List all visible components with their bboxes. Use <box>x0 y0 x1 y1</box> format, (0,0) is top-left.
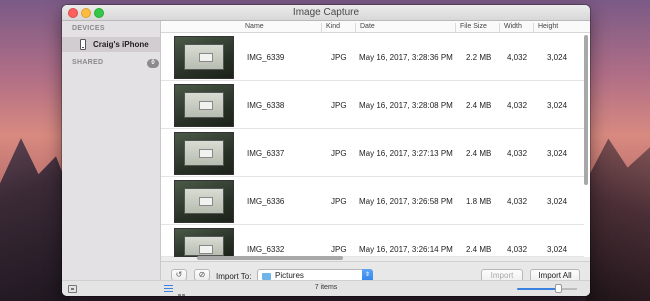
row-size: 2.4 MB <box>466 101 492 110</box>
table-row[interactable]: IMG_6337 JPG May 16, 2017, 3:27:13 PM 2.… <box>161 130 584 177</box>
row-size: 1.8 MB <box>466 197 492 206</box>
table-row[interactable]: IMG_6338 JPG May 16, 2017, 3:28:08 PM 2.… <box>161 82 584 129</box>
column-header-date[interactable]: Date <box>355 23 453 32</box>
table-header: Name Kind Date File Size Width Height <box>161 21 590 33</box>
row-width: 4,032 <box>507 53 528 62</box>
column-header-kind[interactable]: Kind <box>321 23 353 32</box>
row-width: 4,032 <box>507 197 528 206</box>
row-date: May 16, 2017, 3:26:14 PM <box>359 245 453 254</box>
image-thumbnail <box>174 36 234 79</box>
status-bar: 7 items <box>62 280 590 296</box>
delete-icon: ⊘ <box>198 270 206 279</box>
import-destination-value: Pictures <box>275 271 304 280</box>
row-kind: JPG <box>331 149 347 158</box>
folder-icon <box>262 273 271 280</box>
row-size: 2.4 MB <box>466 245 492 254</box>
rotate-left-icon: ↺ <box>175 270 183 279</box>
row-kind: JPG <box>331 245 347 254</box>
table-row[interactable]: IMG_6339 JPG May 16, 2017, 3:28:36 PM 2.… <box>161 34 584 81</box>
row-width: 4,032 <box>507 245 528 254</box>
column-header-width[interactable]: Width <box>499 23 531 32</box>
row-name: IMG_6337 <box>247 149 285 158</box>
image-table: Name Kind Date File Size Width Height IM… <box>161 21 590 257</box>
iphone-icon <box>80 39 86 50</box>
row-height: 3,024 <box>547 101 568 110</box>
desktop-mountain-left <box>0 138 70 301</box>
shared-heading[interactable]: SHARED <box>72 59 103 66</box>
items-count: 7 items <box>314 284 338 291</box>
row-date: May 16, 2017, 3:28:08 PM <box>359 101 453 110</box>
image-thumbnail <box>174 180 234 223</box>
row-kind: JPG <box>331 53 347 62</box>
row-kind: JPG <box>331 197 347 206</box>
window-title: Image Capture <box>292 7 360 18</box>
image-thumbnail <box>174 84 234 127</box>
row-date: May 16, 2017, 3:26:58 PM <box>359 197 453 206</box>
shared-count-badge: 0 <box>147 59 159 68</box>
row-kind: JPG <box>331 101 347 110</box>
row-size: 2.4 MB <box>466 149 492 158</box>
row-height: 3,024 <box>547 53 568 62</box>
row-height: 3,024 <box>547 197 568 206</box>
column-header-name[interactable]: Name <box>241 23 321 32</box>
row-height: 3,024 <box>547 245 568 254</box>
device-name: Craig's iPhone <box>93 40 149 49</box>
column-header-file-size[interactable]: File Size <box>455 23 497 32</box>
desktop-mountain-right <box>586 138 650 301</box>
row-width: 4,032 <box>507 101 528 110</box>
sidebar: DEVICES Craig's iPhone SHARED 0 <box>62 21 161 280</box>
row-date: May 16, 2017, 3:28:36 PM <box>359 53 453 62</box>
row-date: May 16, 2017, 3:27:13 PM <box>359 149 453 158</box>
devices-heading: DEVICES <box>72 25 105 32</box>
sidebar-item-device[interactable]: Craig's iPhone <box>62 37 160 52</box>
row-name: IMG_6332 <box>247 245 285 254</box>
vertical-scrollbar[interactable] <box>584 35 588 185</box>
table-row[interactable]: IMG_6332 JPG May 16, 2017, 3:26:14 PM 2.… <box>161 226 584 257</box>
row-height: 3,024 <box>547 149 568 158</box>
row-width: 4,032 <box>507 149 528 158</box>
table-row[interactable]: IMG_6336 JPG May 16, 2017, 3:26:58 PM 1.… <box>161 178 584 225</box>
image-capture-window: Image Capture DEVICES Craig's iPhone SHA… <box>62 5 590 296</box>
slider-knob[interactable] <box>555 284 562 293</box>
image-thumbnail <box>174 228 234 257</box>
horizontal-scrollbar[interactable] <box>197 256 343 260</box>
row-size: 2.2 MB <box>466 53 492 62</box>
row-name: IMG_6338 <box>247 101 285 110</box>
row-name: IMG_6336 <box>247 197 285 206</box>
image-thumbnail <box>174 132 234 175</box>
column-header-height[interactable]: Height <box>533 23 583 32</box>
title-bar[interactable]: Image Capture <box>62 5 590 21</box>
row-name: IMG_6339 <box>247 53 285 62</box>
